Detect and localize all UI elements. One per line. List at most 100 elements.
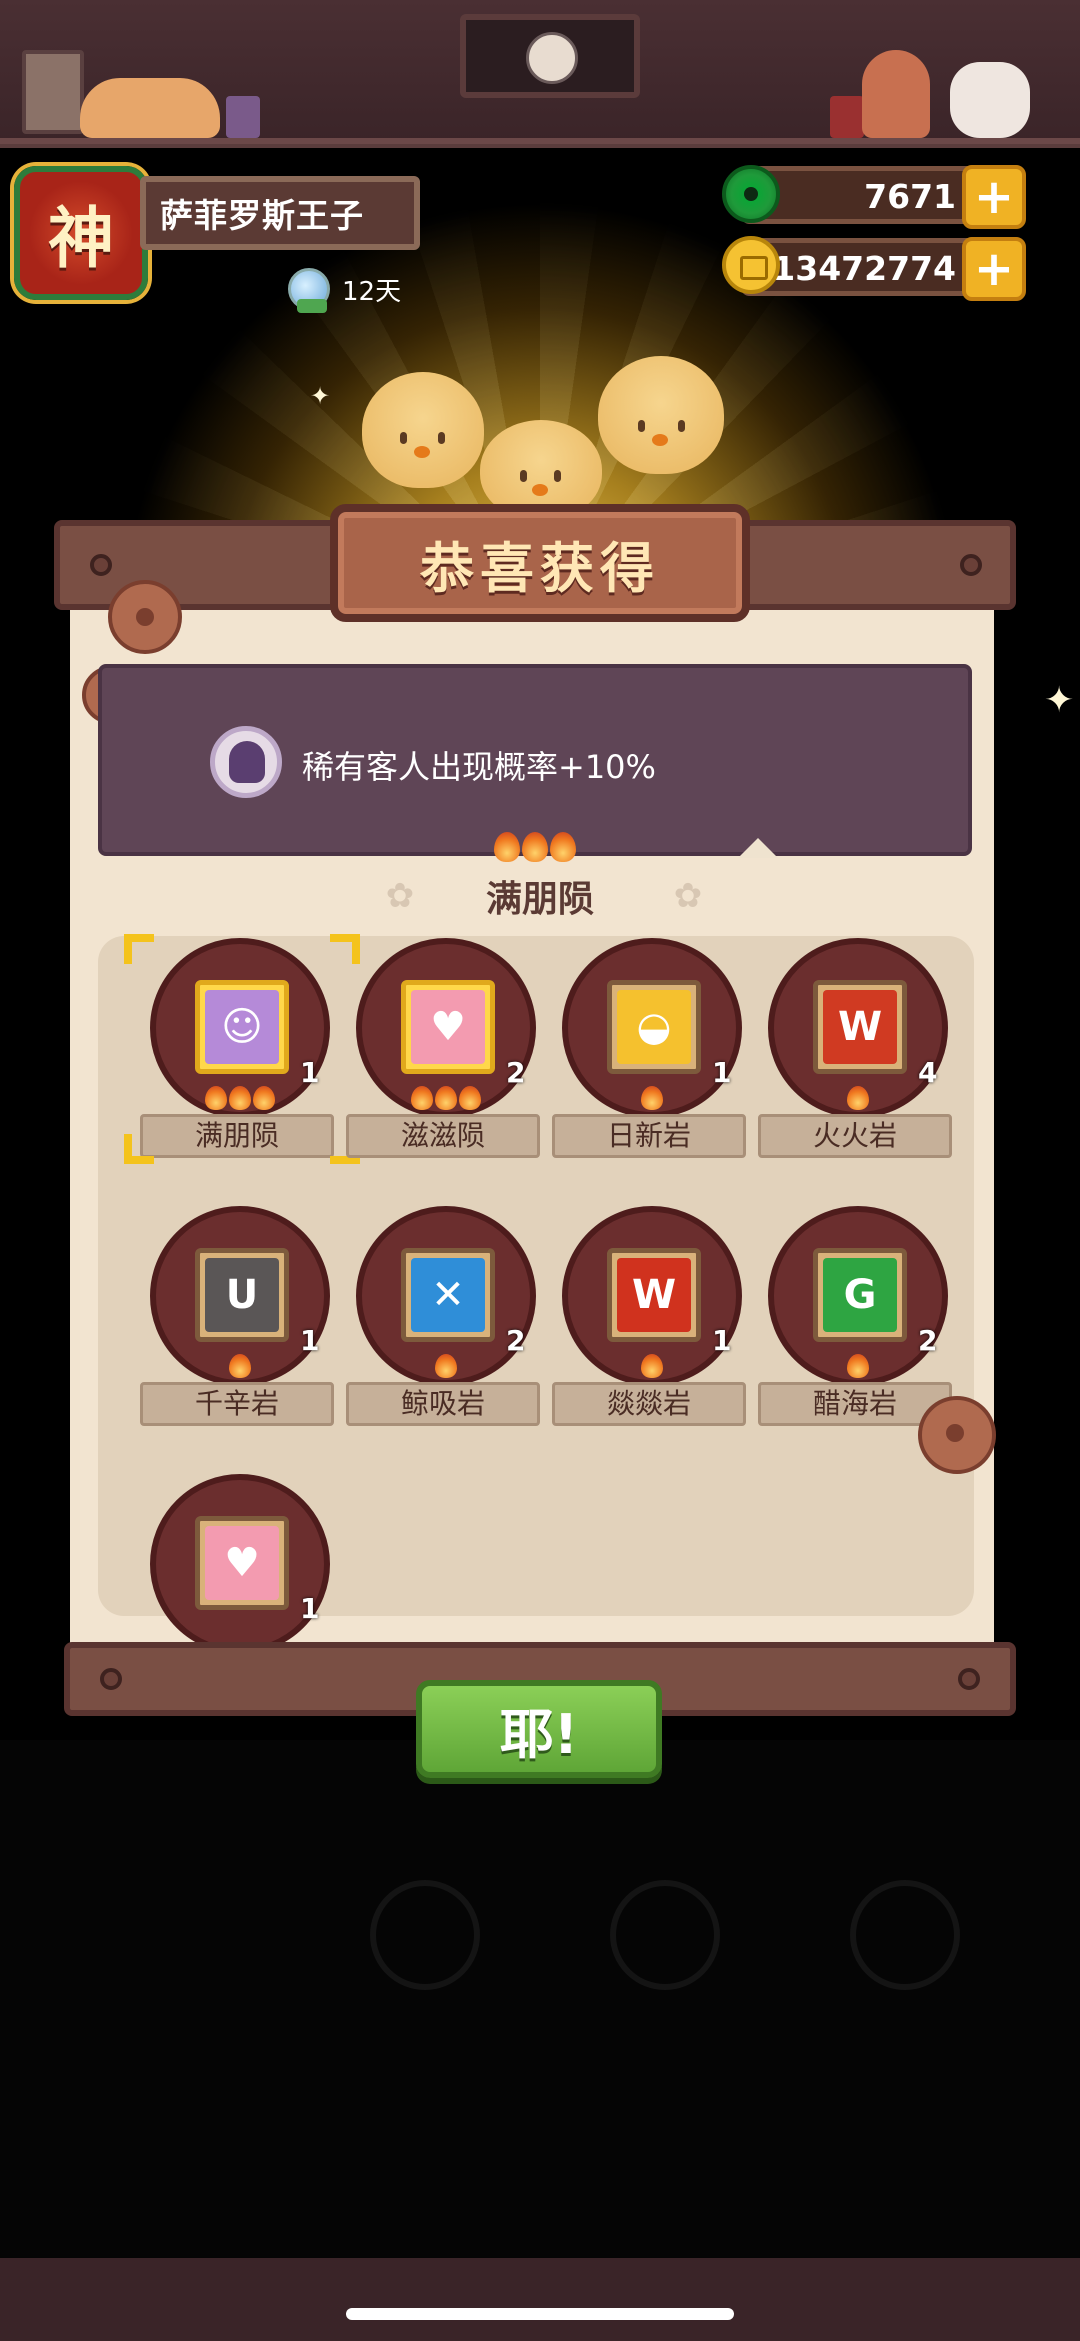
shop-sign[interactable]: [460, 14, 640, 98]
bottom-bar: [0, 2258, 1080, 2341]
chick-icon: [598, 356, 724, 474]
player-name-plate[interactable]: 萨菲罗斯王子: [140, 176, 420, 250]
reward-item[interactable]: ♥ 2 滋滋陨: [346, 938, 546, 1168]
player-name: 萨菲罗斯王子: [160, 196, 364, 235]
bonus-text: 稀有客人出现概率+10%: [302, 748, 656, 786]
reward-item[interactable]: ☺ 1 满朋陨: [124, 934, 360, 1168]
reward-item[interactable]: U 1 千辛岩: [140, 1206, 340, 1436]
avatar-character: 神: [48, 199, 114, 277]
item-count: 1: [712, 1324, 732, 1357]
item-name: 滋滋陨: [346, 1114, 540, 1158]
reward-item[interactable]: W 4 火火岩: [758, 938, 958, 1168]
girl-character-icon[interactable]: [862, 50, 930, 138]
sleeping-cat-icon[interactable]: [80, 78, 220, 138]
ingredient-tile-icon: W: [607, 1248, 701, 1342]
crystal-ball-icon: [288, 268, 330, 313]
ingredient-symbol-icon: ♥: [205, 1526, 279, 1600]
flame-icon: [459, 1086, 481, 1110]
hanging-scroll-icon[interactable]: [22, 50, 84, 134]
confirm-button[interactable]: 耶!: [416, 1680, 662, 1778]
selection-corner-icon: [124, 1134, 154, 1164]
item-rarity-flames: [758, 1086, 958, 1110]
ingredient-symbol-icon: W: [617, 1258, 691, 1332]
selection-corner-icon: [124, 934, 154, 964]
flame-icon: [847, 1354, 869, 1378]
item-name: 火火岩: [758, 1114, 952, 1158]
cup-icon: [226, 96, 260, 138]
shelf-line: [0, 138, 1080, 144]
dialog-title: 恭喜获得: [420, 536, 660, 600]
ingredient-symbol-icon: ✕: [411, 1258, 485, 1332]
flame-icon: [522, 832, 548, 862]
flame-icon: [205, 1086, 227, 1110]
item-name: 鲸吸岩: [346, 1382, 540, 1426]
item-count: 1: [300, 1056, 320, 1089]
coin-currency: 13472774 +: [740, 237, 1026, 301]
flame-icon: [494, 832, 520, 862]
item-count: 2: [918, 1324, 938, 1357]
add-coins-button[interactable]: +: [962, 237, 1026, 301]
reward-item[interactable]: W 1 燚燚岩: [552, 1206, 752, 1436]
ingredient-symbol-icon: U: [205, 1258, 279, 1332]
top-shelf: [0, 0, 1080, 148]
flame-icon: [641, 1086, 663, 1110]
granny-portrait-icon: [526, 32, 578, 84]
ingredient-tile-icon: ✕: [401, 1248, 495, 1342]
banner-notch: [738, 838, 778, 858]
add-jade-button[interactable]: +: [962, 165, 1026, 229]
item-count: 4: [918, 1056, 938, 1089]
item-name: 千辛岩: [140, 1382, 334, 1426]
coin-amount: 13472774: [772, 249, 956, 288]
confirm-button-label: 耶!: [499, 1702, 579, 1766]
ingredient-tile-icon: U: [195, 1248, 289, 1342]
rarity-flames: [494, 832, 576, 862]
ingredient-symbol-icon: W: [823, 990, 897, 1064]
item-rarity-flames: [552, 1086, 752, 1110]
days-count: 12天: [342, 276, 402, 307]
item-rarity-flames: [346, 1086, 546, 1110]
ingredient-symbol-icon: G: [823, 1258, 897, 1332]
item-name: 满朋陨: [140, 1114, 334, 1158]
cloud-decoration-icon: ✿: [673, 876, 703, 916]
coin-icon: [722, 236, 780, 294]
ingredient-tile-icon: ♥: [401, 980, 495, 1074]
white-cat-icon[interactable]: [950, 62, 1030, 138]
ingredient-tile-icon: W: [813, 980, 907, 1074]
sparkle-icon: ✦: [310, 382, 331, 410]
item-count: 2: [506, 1324, 526, 1357]
selected-item-name: 满朋陨: [485, 879, 594, 920]
item-rarity-flames: [758, 1354, 958, 1378]
reward-item[interactable]: G 2 醋海岩: [758, 1206, 958, 1436]
item-count: 1: [300, 1324, 320, 1357]
ingredient-symbol-icon: ☺: [205, 990, 279, 1064]
flame-icon: [253, 1086, 275, 1110]
flame-icon: [411, 1086, 433, 1110]
sparkle-icon: ✦: [1044, 680, 1075, 721]
flame-icon: [847, 1086, 869, 1110]
reward-item[interactable]: ✕ 2 鲸吸岩: [346, 1206, 546, 1436]
dialog-title-plank: 恭喜获得: [330, 504, 750, 622]
ingredient-tile-icon: ☺: [195, 980, 289, 1074]
ingredient-symbol-icon: ◒: [617, 990, 691, 1064]
flower-decoration-icon: [108, 580, 182, 654]
cup-icon: [830, 96, 864, 138]
item-rarity-flames: [140, 1354, 340, 1378]
flame-icon: [435, 1086, 457, 1110]
flower-decoration-icon: [918, 1396, 996, 1474]
ingredient-symbol-icon: ♥: [411, 990, 485, 1064]
reward-item[interactable]: ◒ 1 日新岩: [552, 938, 752, 1168]
player-avatar[interactable]: 神: [14, 166, 148, 300]
item-rarity-flames: [140, 1086, 340, 1110]
item-rarity-flames: [552, 1354, 752, 1378]
chick-icon: [362, 372, 484, 488]
rare-guest-icon: [210, 726, 282, 798]
home-indicator[interactable]: [346, 2308, 734, 2320]
flame-icon: [229, 1354, 251, 1378]
ingredient-tile-icon: G: [813, 1248, 907, 1342]
dimmed-background: [0, 1740, 1080, 2260]
item-rarity-flames: [346, 1354, 546, 1378]
item-count: 1: [300, 1592, 320, 1625]
flame-icon: [641, 1354, 663, 1378]
reward-item[interactable]: ♥ 1: [140, 1474, 340, 1654]
flame-icon: [229, 1086, 251, 1110]
